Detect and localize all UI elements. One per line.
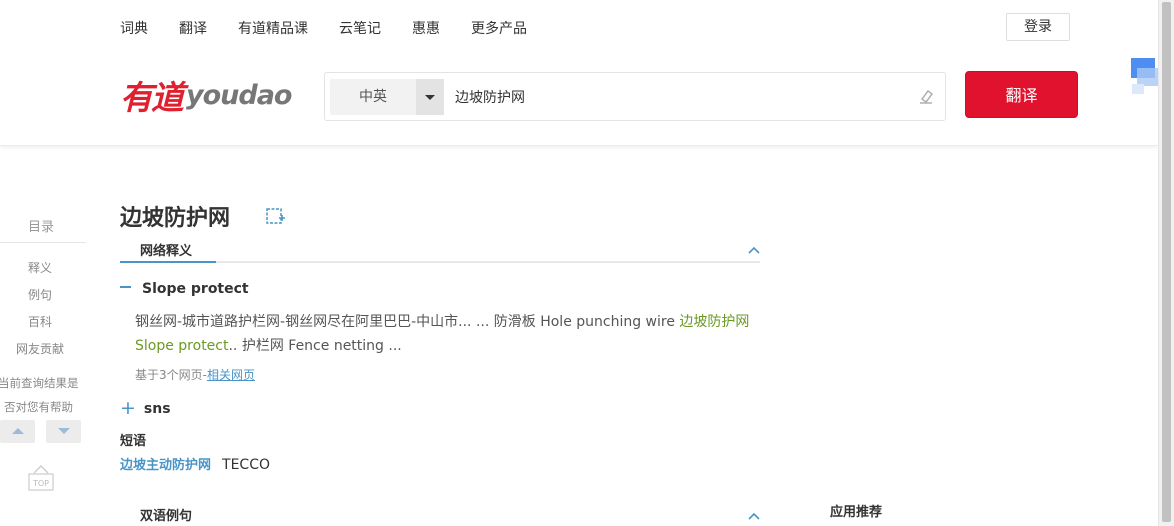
related-pages-link[interactable]: 相关网页 <box>207 368 255 382</box>
collapse-icon[interactable] <box>748 246 760 254</box>
tab-web-definition-label: 网络释义 <box>140 244 193 259</box>
bilingual-examples-title: 双语例句 <box>140 509 193 524</box>
source-line: 基于3个网页-相关网页 <box>135 366 255 383</box>
sidebar-item-user-contrib[interactable]: 网友贡献 <box>16 340 64 357</box>
sidebar-divider <box>0 242 86 243</box>
source-prefix: 基于3个网页- <box>135 368 207 382</box>
nav-item-courses[interactable]: 有道精品课 <box>238 18 308 38</box>
sense-text-line-1: 钢丝网-城市道路护栏网-钢丝网尽在阿里巴巴-中山市... ... 防滑板 Hol… <box>135 311 749 331</box>
sense-slope-protect[interactable]: Slope protect <box>120 281 249 297</box>
nav-item-dict[interactable]: 词典 <box>120 18 148 38</box>
logo-en-text: youdao <box>186 79 292 111</box>
word-title: 边坡防护网 <box>120 206 231 231</box>
chevron-down-icon[interactable] <box>416 79 444 115</box>
corner-widget-icon[interactable] <box>1130 58 1160 96</box>
vote-down-button[interactable] <box>46 420 81 443</box>
sidebar-item-examples[interactable]: 例句 <box>28 286 52 303</box>
sense-sns[interactable]: + sns <box>120 396 171 419</box>
sense-title-text: Slope protect <box>142 281 249 297</box>
language-label: 中英 <box>359 89 387 105</box>
tab-web-definition[interactable]: 网络释义 <box>120 233 216 263</box>
translate-button[interactable]: 翻译 <box>965 71 1078 118</box>
feedback-line-1: 当前查询结果是 <box>0 376 79 390</box>
search-box: 中英 <box>324 72 946 121</box>
nav-item-notes[interactable]: 云笔记 <box>339 18 381 38</box>
sense-text-b: .. 护栏网 Fence netting ... <box>228 338 402 354</box>
vote-up-button[interactable] <box>0 420 35 443</box>
collapse-icon-examples[interactable] <box>748 512 760 520</box>
top-label: TOP <box>32 479 49 488</box>
sense-text-line-2: Slope protect.. 护栏网 Fence netting ... <box>135 335 402 355</box>
nav-item-huihui[interactable]: 惠惠 <box>412 18 440 38</box>
header: 词典 翻译 有道精品课 云笔记 惠惠 更多产品 登录 有道 youdao 中英 … <box>0 0 1158 146</box>
nav-item-more-products[interactable]: 更多产品 <box>471 18 527 38</box>
scrollbar-thumb[interactable] <box>1162 2 1171 522</box>
feedback-line-2: 否对您有帮助 <box>4 400 73 414</box>
minus-icon <box>120 286 131 288</box>
sense-text-a: 钢丝网-城市道路护栏网-钢丝网尽在阿里巴巴-中山市... ... 防滑板 Hol… <box>135 314 680 330</box>
sense-sns-text: sns <box>143 401 171 417</box>
sidebar-item-wiki[interactable]: 百科 <box>28 313 52 330</box>
language-select[interactable]: 中英 <box>330 79 444 115</box>
web-definition-tabbar: 网络释义 <box>120 233 760 263</box>
phrase-translation: TECCO <box>222 457 270 473</box>
eraser-icon[interactable] <box>917 87 935 105</box>
phrase-row: 边坡主动防护网 TECCO <box>120 454 270 473</box>
page-scrollbar[interactable] <box>1158 0 1174 526</box>
search-input[interactable] <box>455 79 895 115</box>
nav-item-translate[interactable]: 翻译 <box>179 18 207 38</box>
phrase-link[interactable]: 边坡主动防护网 <box>120 458 211 473</box>
add-to-wordbook-icon[interactable] <box>266 207 286 225</box>
phrase-title: 短语 <box>120 434 147 449</box>
app-recommendation-title: 应用推荐 <box>830 505 883 520</box>
back-to-top-icon[interactable]: TOP <box>28 464 54 492</box>
youdao-logo[interactable]: 有道 youdao <box>120 72 292 118</box>
logo-cn-text: 有道 <box>120 78 184 117</box>
sidebar-title: 目录 <box>28 220 55 235</box>
highlight-term-en: Slope protect <box>135 338 229 354</box>
top-nav: 词典 翻译 有道精品课 云笔记 惠惠 更多产品 <box>120 18 558 38</box>
sidebar-item-definition[interactable]: 释义 <box>28 259 52 276</box>
highlight-term-cn: 边坡防护网 <box>679 314 750 330</box>
plus-icon: + <box>120 397 136 419</box>
login-button[interactable]: 登录 <box>1006 13 1070 41</box>
